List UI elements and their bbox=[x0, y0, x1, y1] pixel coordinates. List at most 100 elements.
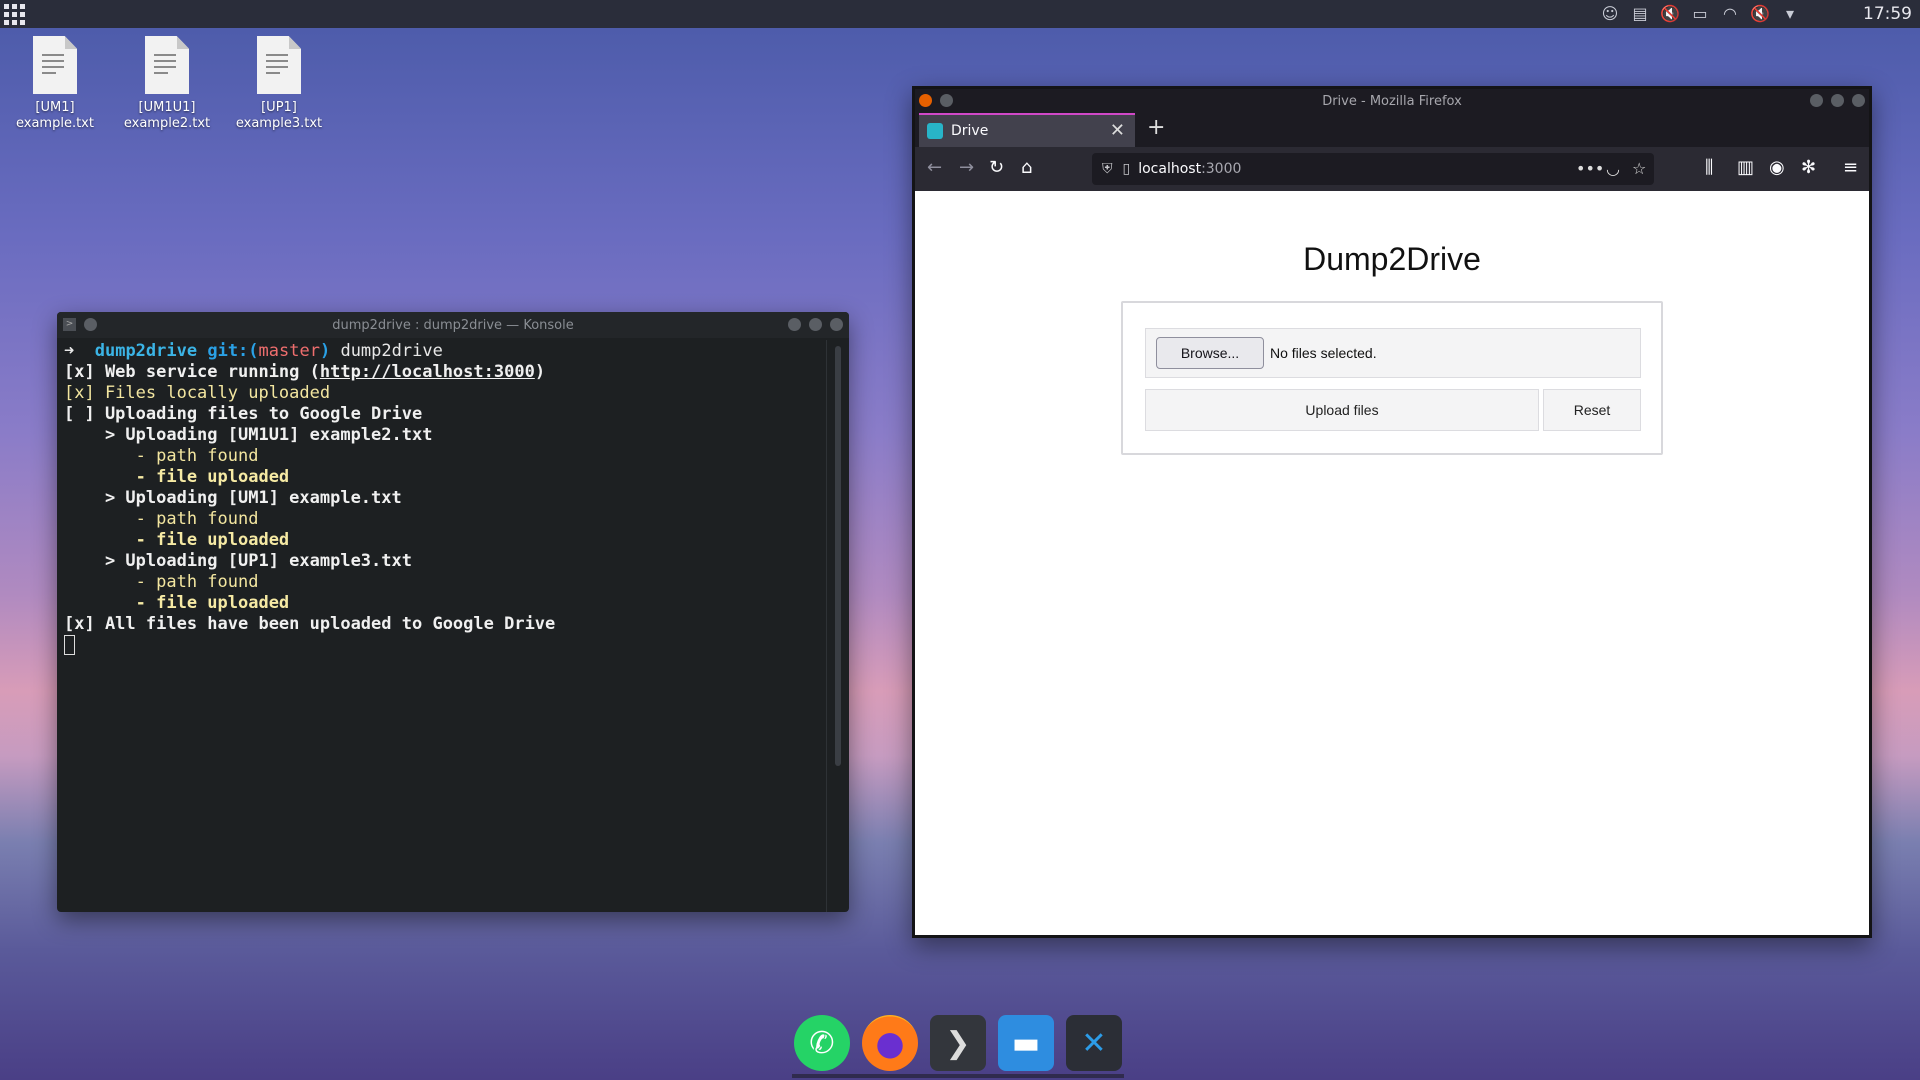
pin-icon[interactable] bbox=[940, 94, 953, 107]
library-icon[interactable]: ⫼ bbox=[1705, 157, 1713, 178]
home-icon[interactable]: ⌂ bbox=[1021, 157, 1032, 178]
mute-icon[interactable]: 🔇 bbox=[1660, 4, 1680, 23]
page-content: Dump2Drive Browse... No files selected. … bbox=[915, 191, 1869, 935]
log-line: [x] All files have been uploaded to Goog… bbox=[64, 614, 556, 634]
tab-label: Drive bbox=[951, 123, 989, 139]
desktop-file-label: example3.txt bbox=[235, 116, 323, 131]
prompt-git-close: ) bbox=[319, 341, 331, 361]
desktop-file-label: [UM1] bbox=[35, 100, 75, 115]
konsole-titlebar[interactable]: > dump2drive : dump2drive — Konsole bbox=[57, 312, 849, 338]
log-line: - path found bbox=[64, 509, 259, 529]
tab-strip: Drive ✕ + bbox=[915, 113, 1869, 147]
log-line: [x] Web service running ( bbox=[64, 362, 320, 382]
firefox-menu-icon[interactable] bbox=[919, 94, 932, 107]
battery-icon[interactable]: ▭ bbox=[1690, 4, 1710, 23]
new-tab-icon[interactable]: + bbox=[1147, 115, 1165, 140]
log-url-link[interactable]: http://localhost:3000 bbox=[320, 362, 535, 382]
text-file-icon bbox=[145, 36, 189, 94]
desktop-file-label: example.txt bbox=[16, 116, 94, 131]
page-icon[interactable]: ▯ bbox=[1123, 161, 1131, 177]
terminal-cursor bbox=[64, 635, 75, 655]
desktop-file-example2[interactable]: [UM1U1] example2.txt bbox=[112, 36, 222, 132]
firefox-icon[interactable] bbox=[862, 1015, 918, 1071]
log-line: > Uploading [UM1] example.txt bbox=[64, 488, 402, 508]
log-line: - path found bbox=[64, 572, 259, 592]
user-icon[interactable]: ☺ bbox=[1600, 4, 1620, 23]
account-icon[interactable]: ◉ bbox=[1769, 157, 1785, 178]
tab-drive[interactable]: Drive ✕ bbox=[919, 113, 1135, 147]
sidebar-icon[interactable]: ▥ bbox=[1737, 157, 1754, 178]
top-panel: ☺ ▤ 🔇 ▭ ◠ 🔇 ▾ 17:59 bbox=[0, 0, 1920, 28]
text-file-icon bbox=[257, 36, 301, 94]
firefox-titlebar[interactable]: Drive - Mozilla Firefox bbox=[915, 89, 1869, 113]
pin-icon[interactable] bbox=[84, 318, 97, 331]
terminal-output[interactable]: ➜ dump2drive git:(master) dump2drive [x]… bbox=[57, 338, 849, 659]
desktop-file-example3[interactable]: [UP1] example3.txt bbox=[224, 36, 334, 132]
file-input[interactable]: Browse... No files selected. bbox=[1145, 328, 1641, 378]
prompt-branch: master bbox=[258, 341, 320, 361]
app-launcher-icon[interactable] bbox=[4, 4, 25, 25]
desktop-file-label: example2.txt bbox=[123, 116, 211, 131]
text-file-icon bbox=[33, 36, 77, 94]
log-line: [x] Files locally uploaded bbox=[64, 383, 331, 403]
address-bar[interactable]: ⛨ ▯ localhost:3000 ••• ◡ ☆ bbox=[1092, 153, 1654, 185]
url-host: localhost bbox=[1138, 161, 1202, 177]
prompt-arrow: ➜ bbox=[64, 341, 75, 361]
prompt-git: git:( bbox=[207, 341, 259, 361]
desktop-file-label: [UP1] bbox=[261, 100, 297, 115]
firefox-window[interactable]: Drive - Mozilla Firefox Drive ✕ + ← → ↻ … bbox=[912, 86, 1872, 938]
clock[interactable]: 17:59 bbox=[1863, 4, 1912, 24]
clipboard-icon[interactable]: ▤ bbox=[1630, 4, 1650, 23]
close-tab-icon[interactable]: ✕ bbox=[1110, 120, 1125, 141]
close-button[interactable] bbox=[1852, 94, 1865, 107]
files-icon[interactable]: ▬ bbox=[998, 1015, 1054, 1071]
browse-button[interactable]: Browse... bbox=[1156, 337, 1264, 369]
extension-icon[interactable]: ✻ bbox=[1801, 157, 1816, 178]
maximize-button[interactable] bbox=[1831, 94, 1844, 107]
prompt-dir: dump2drive bbox=[94, 341, 198, 361]
window-menu-icon[interactable]: > bbox=[63, 318, 76, 331]
back-icon[interactable]: ← bbox=[927, 157, 942, 178]
chevron-down-icon[interactable]: ▾ bbox=[1780, 4, 1800, 23]
konsole-window[interactable]: > dump2drive : dump2drive — Konsole ➜ du… bbox=[57, 312, 849, 912]
desktop-file-example[interactable]: [UM1] example.txt bbox=[0, 36, 110, 132]
maximize-button[interactable] bbox=[809, 318, 822, 331]
bookmark-star-icon[interactable]: ☆ bbox=[1632, 159, 1646, 178]
more-actions-icon[interactable]: ••• bbox=[1576, 159, 1604, 178]
dock-indicator-bar bbox=[792, 1074, 1124, 1078]
volume-muted-icon[interactable]: 🔇 bbox=[1750, 4, 1770, 23]
file-status: No files selected. bbox=[1270, 345, 1377, 361]
log-line: > Uploading [UP1] example3.txt bbox=[64, 551, 412, 571]
reset-button[interactable]: Reset bbox=[1543, 389, 1641, 431]
log-line: - file uploaded bbox=[64, 593, 290, 613]
upload-files-button[interactable]: Upload files bbox=[1145, 389, 1539, 431]
navigation-toolbar: ← → ↻ ⌂ ⛨ ▯ localhost:3000 ••• ◡ ☆ ⫼ ▥ ◉… bbox=[915, 147, 1869, 191]
log-line: - file uploaded bbox=[64, 467, 290, 487]
shield-icon[interactable]: ⛨ bbox=[1102, 161, 1113, 177]
pocket-icon[interactable]: ◡ bbox=[1606, 159, 1620, 178]
log-line: ) bbox=[534, 362, 546, 382]
log-line: > Uploading [UM1U1] example2.txt bbox=[64, 425, 433, 445]
dock: ✆ ❯ ▬ ✕ bbox=[792, 1010, 1124, 1076]
reload-icon[interactable]: ↻ bbox=[989, 157, 1004, 178]
close-button[interactable] bbox=[830, 318, 843, 331]
terminal-icon[interactable]: ❯ bbox=[930, 1015, 986, 1071]
window-title: dump2drive : dump2drive — Konsole bbox=[332, 317, 574, 333]
forward-icon[interactable]: → bbox=[959, 157, 974, 178]
log-line: [ ] Uploading files to Google Drive bbox=[64, 404, 423, 424]
whatsapp-icon[interactable]: ✆ bbox=[794, 1015, 850, 1071]
window-title: Drive - Mozilla Firefox bbox=[1322, 93, 1462, 109]
page-title: Dump2Drive bbox=[1303, 241, 1481, 277]
desktop-file-label: [UM1U1] bbox=[138, 100, 196, 115]
terminal-scrollbar[interactable] bbox=[835, 346, 841, 766]
minimize-button[interactable] bbox=[1810, 94, 1823, 107]
vscode-icon[interactable]: ✕ bbox=[1066, 1015, 1122, 1071]
url-port: :3000 bbox=[1201, 161, 1242, 177]
wifi-icon[interactable]: ◠ bbox=[1720, 4, 1740, 23]
hamburger-menu-icon[interactable]: ≡ bbox=[1843, 157, 1858, 178]
command: dump2drive bbox=[340, 341, 443, 361]
react-icon bbox=[927, 123, 943, 139]
minimize-button[interactable] bbox=[788, 318, 801, 331]
log-line: - file uploaded bbox=[64, 530, 290, 550]
log-line: - path found bbox=[64, 446, 259, 466]
